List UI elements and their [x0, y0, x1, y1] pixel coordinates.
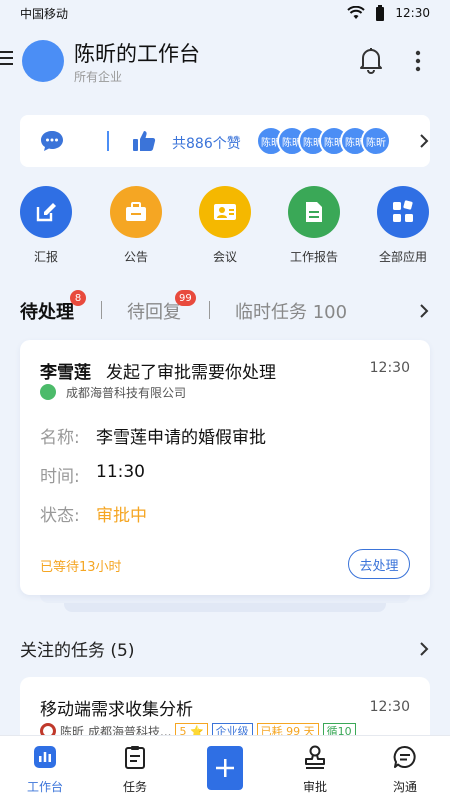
header: 陈昕的工作台 所有企业 [0, 26, 450, 98]
edit-icon [20, 186, 72, 238]
followed-tasks-title[interactable]: 关注的任务 (5) [20, 636, 134, 661]
nav-label: 审批 [302, 780, 327, 794]
chat-icon [392, 744, 418, 770]
company-dot-icon [40, 384, 56, 400]
menu-icon[interactable] [0, 48, 14, 68]
shortcut-label: 全部应用 [378, 250, 427, 264]
likes-card[interactable]: 共886个赞 陈昕 陈昕 陈昕 陈昕 陈昕 陈昕 [20, 115, 430, 167]
nav-label: 任务 [122, 780, 147, 794]
followed-task-time: 12:30 [369, 699, 410, 715]
waiting-duration: 已等待13小时 [40, 560, 122, 575]
battery-icon [375, 5, 385, 21]
briefcase-icon [110, 186, 162, 238]
tab-separator [209, 301, 210, 319]
grid-icon [377, 186, 429, 238]
pending-count-badge: 8 [70, 290, 86, 306]
chevron-right-icon[interactable] [418, 132, 430, 150]
thumbs-up-icon [132, 129, 156, 153]
company-name: 成都海普科技有限公司 [66, 386, 187, 400]
field-label-status: 状态: [40, 506, 80, 526]
dashboard-icon [32, 744, 58, 770]
status-right: 12:30 [347, 5, 430, 21]
reply-count-badge: 99 [175, 290, 196, 306]
status-value: 审批中 [96, 506, 147, 526]
document-icon [288, 186, 340, 238]
meeting-icon [199, 186, 251, 238]
approval-task-card[interactable]: 李雪莲 发起了审批需要你处理 12:30 成都海普科技有限公司 名称: 李雪莲申… [20, 340, 430, 595]
task-time: 12:30 [369, 360, 410, 376]
tab-separator [101, 301, 102, 319]
task-action: 发起了审批需要你处理 [106, 363, 276, 383]
enterprise-selector[interactable]: 所有企业 [74, 68, 122, 85]
shortcut-label: 会议 [212, 250, 237, 264]
task-tabs: 待处理 8 待回复 99 临时任务 100 [20, 290, 430, 330]
stamp-icon [302, 744, 328, 770]
page-title: 陈昕的工作台 [74, 42, 200, 66]
likes-count: 共886个赞 [172, 136, 241, 152]
status-bar: 中国移动 12:30 [0, 0, 450, 26]
shortcut-label: 工作报告 [289, 250, 338, 264]
liker-avatar: 陈昕 [361, 126, 391, 156]
chevron-right-icon[interactable] [418, 640, 430, 658]
likes-divider [107, 131, 109, 151]
nav-tasks[interactable]: 任务 [100, 744, 170, 795]
nav-label: 沟通 [392, 780, 417, 794]
shortcut-grid: 汇报 公告 会议 工作报告 全部应用 [0, 186, 450, 270]
field-label-time: 时间: [40, 467, 80, 487]
tab-to-reply[interactable]: 待回复 [127, 298, 181, 324]
requester-name: 李雪莲 [40, 363, 91, 383]
shortcut-all-apps[interactable]: 全部应用 [363, 186, 443, 265]
nav-chat[interactable]: 沟通 [370, 744, 440, 795]
handle-button[interactable]: 去处理 [348, 549, 410, 579]
shortcut-meeting[interactable]: 会议 [185, 186, 265, 265]
nav-approval[interactable]: 审批 [280, 744, 350, 795]
carrier-label: 中国移动 [20, 6, 69, 21]
tab-pending[interactable]: 待处理 [20, 298, 74, 324]
more-vertical-icon[interactable] [408, 48, 428, 74]
tab-temp-tasks[interactable]: 临时任务 100 [235, 298, 347, 324]
plus-icon [216, 759, 234, 777]
bell-icon[interactable] [358, 46, 384, 74]
chevron-right-icon[interactable] [418, 302, 430, 320]
task-icon [122, 744, 148, 770]
field-value-time: 11:30 [96, 462, 145, 482]
bottom-nav: 工作台 任务 审批 沟通 [0, 735, 450, 800]
wifi-icon [347, 6, 366, 20]
followed-task-title: 移动端需求收集分析 [40, 700, 193, 720]
nav-workbench[interactable]: 工作台 [10, 744, 80, 795]
add-button[interactable] [207, 746, 243, 790]
shortcut-report[interactable]: 汇报 [6, 186, 86, 265]
field-label-name: 名称: [40, 428, 80, 448]
status-time: 12:30 [395, 6, 430, 20]
message-icon[interactable] [40, 130, 64, 152]
nav-label: 工作台 [26, 780, 63, 794]
shortcut-announcement[interactable]: 公告 [96, 186, 176, 265]
field-value-name: 李雪莲申请的婚假审批 [96, 428, 266, 448]
shortcut-work-report[interactable]: 工作报告 [274, 186, 354, 265]
user-avatar[interactable] [22, 40, 64, 82]
shortcut-label: 汇报 [33, 250, 58, 264]
shortcut-label: 公告 [123, 250, 148, 264]
